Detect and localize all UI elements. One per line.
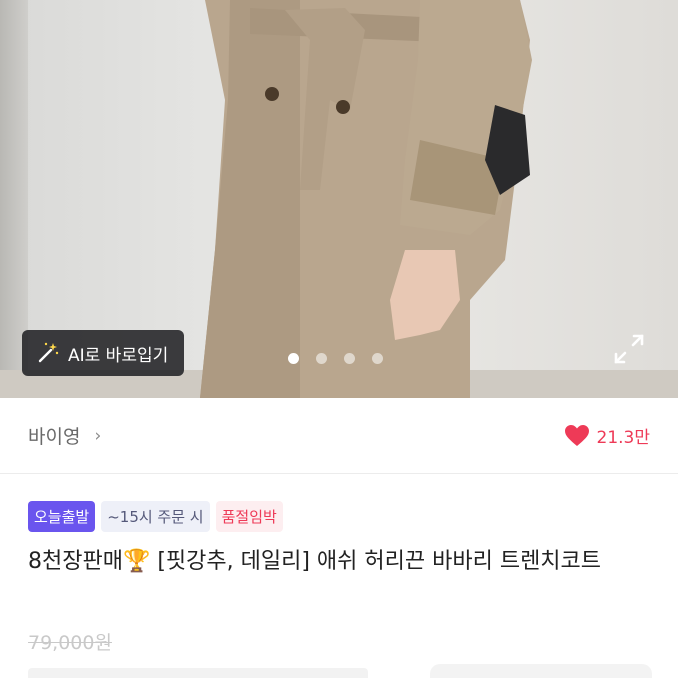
- carousel-indicator: [288, 353, 383, 364]
- carousel-dot-4[interactable]: [372, 353, 383, 364]
- carousel-dot-3[interactable]: [344, 353, 355, 364]
- ai-try-on-label: AI로 바로입기: [68, 345, 169, 366]
- coupon-button-cutoff[interactable]: [430, 664, 652, 678]
- heart-icon: [564, 424, 589, 446]
- seller-link[interactable]: 바이영 ›: [28, 422, 101, 449]
- badge-order-cutoff: ~15시 주문 시: [101, 501, 210, 532]
- badge-list: 오늘출발 ~15시 주문 시 품절임박: [28, 501, 283, 532]
- original-price: 79,000원: [28, 632, 112, 654]
- carousel-dot-1[interactable]: [288, 353, 299, 364]
- seller-row: 바이영 › 21.3만: [0, 398, 678, 474]
- seller-name: 바이영: [28, 426, 81, 448]
- chevron-right-icon: ›: [94, 425, 102, 446]
- badge-today-shipping: 오늘출발: [28, 501, 96, 532]
- product-title: 8천장판매🏆 [핏강추, 데일리] 애쉬 허리끈 바바리 트렌치코트: [28, 549, 602, 574]
- carousel-dot-2[interactable]: [316, 353, 327, 364]
- sale-price-cutoff: [28, 668, 368, 678]
- magic-wand-icon: [38, 342, 59, 363]
- badge-almost-soldout: 품절임박: [215, 501, 283, 532]
- ai-try-on-button[interactable]: AI로 바로입기: [22, 330, 185, 376]
- like-button[interactable]: 21.3만: [564, 423, 651, 448]
- like-count: 21.3만: [596, 428, 651, 448]
- product-image[interactable]: AI로 바로입기: [0, 0, 678, 398]
- expand-icon[interactable]: [612, 332, 646, 366]
